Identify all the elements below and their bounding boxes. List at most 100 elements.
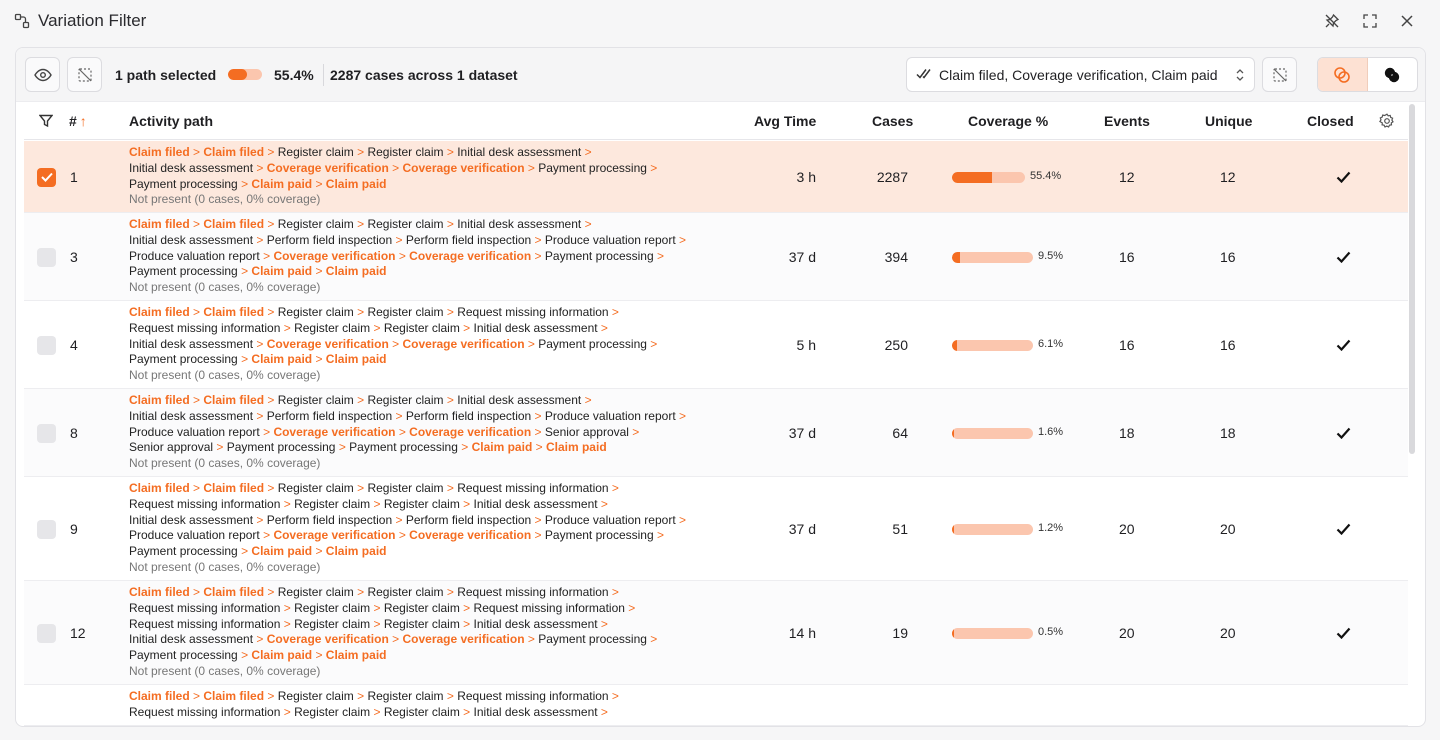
activity-step: Payment processing <box>538 336 647 351</box>
expand-button[interactable] <box>1360 11 1380 31</box>
activity-step: Request missing information <box>129 704 281 719</box>
col-closed[interactable]: Closed <box>1307 113 1354 129</box>
col-cases[interactable]: Cases <box>872 113 913 129</box>
unpin-button[interactable] <box>1322 11 1342 31</box>
table-row[interactable]: 4 Claim filed > Claim filed > Register cl… <box>24 301 1408 389</box>
activity-step: Claim filed <box>203 689 265 703</box>
path-separator: > <box>395 248 410 263</box>
clear-selection-button[interactable] <box>67 57 102 92</box>
col-coverage[interactable]: Coverage % <box>968 113 1048 129</box>
mode-intersect-button[interactable] <box>1368 58 1418 91</box>
activity-step: Register claim <box>277 393 354 407</box>
path-separator: > <box>395 424 410 439</box>
activity-step: Coverage verification <box>402 336 525 351</box>
coverage-bar <box>952 251 1033 263</box>
activity-step: Register claim <box>367 585 444 599</box>
unique-value: 20 <box>1220 625 1236 641</box>
path-separator: > <box>280 616 295 631</box>
path-separator: > <box>264 145 278 159</box>
col-events[interactable]: Events <box>1104 113 1150 129</box>
table-row[interactable]: Claim filed > Claim filed > Register cla… <box>24 685 1408 726</box>
avg-time-value: 14 h <box>788 625 816 641</box>
activity-step: Register claim <box>277 585 354 599</box>
col-unique[interactable]: Unique <box>1205 113 1252 129</box>
path-separator: > <box>353 585 368 599</box>
path-separator: > <box>675 512 686 527</box>
visibility-button[interactable] <box>25 57 60 92</box>
activity-step: Claim filed <box>203 217 265 231</box>
table-row[interactable]: 8 Claim filed > Claim filed > Register cl… <box>24 389 1408 477</box>
table-row[interactable]: 3 Claim filed > Claim filed > Register cl… <box>24 213 1408 301</box>
activity-step: Payment processing <box>538 160 647 175</box>
selection-count: 1 path selected <box>115 67 217 83</box>
table-row[interactable]: 1 Claim filed > Claim filed > Register cl… <box>24 141 1408 213</box>
activity-path-line: Initial desk assessment > Coverage verif… <box>129 161 657 177</box>
row-checkbox[interactable] <box>37 519 56 539</box>
path-separator: > <box>237 176 252 191</box>
activity-step: Initial desk assessment <box>129 632 254 647</box>
activity-step: Request missing information <box>473 600 625 615</box>
path-separator: > <box>646 160 658 175</box>
path-separator: > <box>531 232 545 247</box>
col-avg-time[interactable]: Avg Time <box>754 113 816 129</box>
row-checkbox[interactable] <box>37 623 56 643</box>
clear-filter-button[interactable] <box>1262 57 1297 92</box>
row-checkbox[interactable] <box>37 247 56 267</box>
path-separator: > <box>392 512 406 527</box>
activity-step: Register claim <box>277 689 354 703</box>
activity-path-line: Payment processing > Claim paid > Claim … <box>129 177 657 193</box>
activity-step: Initial desk assessment <box>129 336 254 351</box>
avg-time-value: 37 d <box>788 249 816 265</box>
row-checkbox[interactable] <box>37 423 56 443</box>
path-separator: > <box>531 528 545 543</box>
path-separator: > <box>189 305 204 319</box>
selection-coverage-bar <box>228 69 262 80</box>
mode-overlap-button[interactable] <box>1318 58 1368 91</box>
activity-path-line: Initial desk assessment > Coverage verif… <box>129 337 657 353</box>
events-value: 16 <box>1119 249 1135 265</box>
path-separator: > <box>353 305 368 319</box>
variation-filter-window: Variation Filter 1 path selected 55.4% 2… <box>0 0 1440 740</box>
path-separator: > <box>253 512 267 527</box>
filter-icon[interactable] <box>39 114 53 128</box>
activity-step: Request missing information <box>129 496 281 511</box>
col-number[interactable]: # ↑ <box>69 113 87 129</box>
toolbar-divider <box>323 64 324 86</box>
row-checkbox[interactable] <box>37 167 56 187</box>
coverage-percent: 1.2% <box>1038 522 1064 534</box>
path-separator: > <box>189 689 204 703</box>
path-separator: > <box>443 481 458 495</box>
path-separator: > <box>597 704 608 719</box>
activity-path: Claim filed > Claim filed > Register cla… <box>129 481 686 576</box>
activity-step: Claim paid <box>251 264 313 279</box>
activity-step: Register claim <box>383 320 460 335</box>
activity-step: Coverage verification <box>409 528 532 543</box>
col-activity-path[interactable]: Activity path <box>129 113 213 129</box>
table-row[interactable]: 9 Claim filed > Claim filed > Register cl… <box>24 477 1408 581</box>
close-button[interactable] <box>1397 11 1417 31</box>
cases-summary: 2287 cases across 1 dataset <box>330 67 518 83</box>
activity-step: Payment processing <box>129 264 238 279</box>
activity-step: Register claim <box>294 320 371 335</box>
path-separator: > <box>392 232 406 247</box>
row-number: 1 <box>70 169 78 185</box>
path-separator: > <box>581 145 592 159</box>
avg-time-value: 37 d <box>788 521 816 537</box>
path-separator: > <box>531 424 545 439</box>
row-number: 4 <box>70 337 78 353</box>
activity-step: Initial desk assessment <box>457 217 582 231</box>
activity-step: Register claim <box>383 704 460 719</box>
activity-step: Register claim <box>383 600 460 615</box>
activity-path-line: Claim filed > Claim filed > Register cla… <box>129 393 686 409</box>
vertical-scrollbar[interactable] <box>1409 104 1415 454</box>
checkmark-icon <box>40 172 53 182</box>
table-row[interactable]: 12 Claim filed > Claim filed > Register c… <box>24 581 1408 685</box>
activity-step: Request missing information <box>457 585 609 599</box>
activity-filter-select[interactable]: Claim filed, Coverage verification, Clai… <box>906 57 1255 92</box>
activity-step: Perform field inspection <box>405 232 532 247</box>
gear-icon[interactable] <box>1379 113 1395 129</box>
not-present-note: Not present (0 cases, 0% coverage) <box>129 456 321 471</box>
activity-path-line: Claim filed > Claim filed > Register cla… <box>129 689 619 705</box>
row-checkbox[interactable] <box>37 335 56 355</box>
activity-step: Produce valuation report <box>129 528 260 543</box>
